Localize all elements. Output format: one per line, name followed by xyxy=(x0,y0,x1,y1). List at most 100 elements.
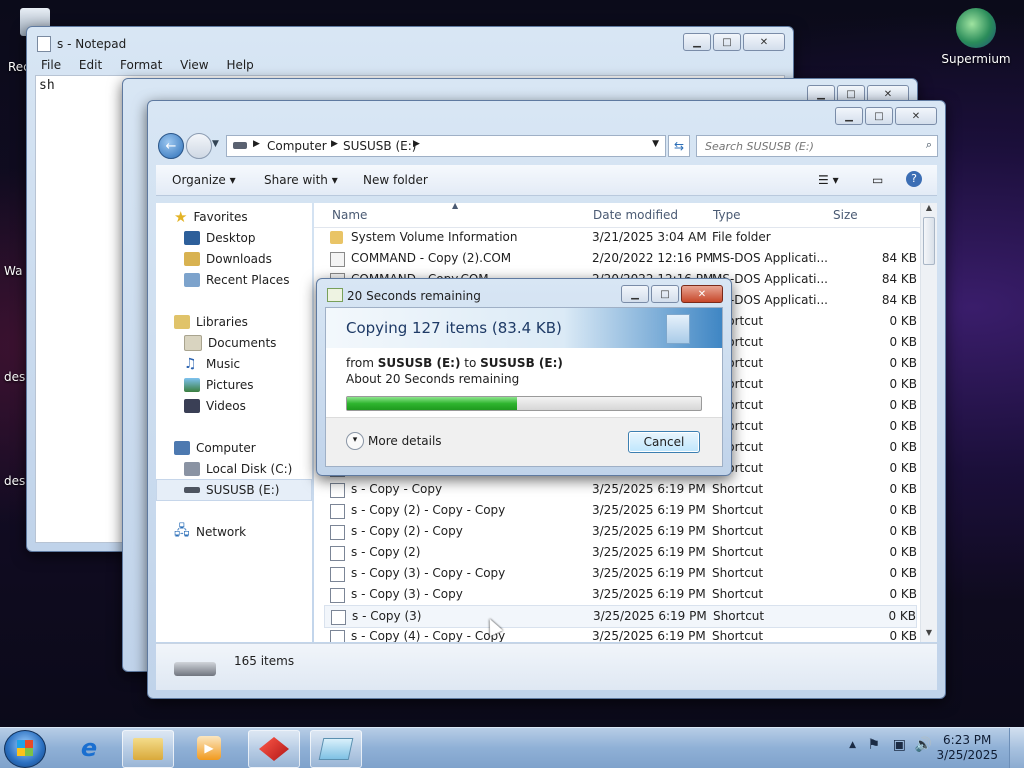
refresh-button[interactable]: ⇆ xyxy=(668,135,690,157)
volume-icon[interactable]: 🔊 xyxy=(915,737,932,753)
address-bar[interactable]: ▶ Computer ▶ SUSUSB (E:) ▶ ▼ xyxy=(226,135,666,157)
shortcut-icon xyxy=(330,525,345,540)
forward-button[interactable] xyxy=(186,133,212,159)
share-with-menu[interactable]: Share with ▾ xyxy=(264,173,338,187)
nav-documents[interactable]: Documents xyxy=(184,333,276,353)
preview-pane-button[interactable]: ▭ xyxy=(872,173,883,187)
file-name: s - Copy (3) - Copy - Copy xyxy=(351,566,506,580)
cancel-button[interactable]: Cancel xyxy=(628,431,700,453)
notepad-taskbar-icon xyxy=(318,738,354,760)
minimize-button[interactable]: ▁ xyxy=(683,33,711,51)
file-row[interactable]: s - Copy (2) - Copy 3/25/2025 6:19 PM Shor… xyxy=(324,521,917,542)
tray-show-hidden-icon[interactable]: ▲ xyxy=(849,740,856,750)
nav-local-disk[interactable]: Local Disk (C:) xyxy=(184,459,292,479)
column-header: Name ▲ Date modified Type Size xyxy=(314,203,921,228)
taskbar-explorer[interactable] xyxy=(122,730,174,768)
close-button[interactable]: ✕ xyxy=(895,107,937,125)
scroll-up-button[interactable]: ▲ xyxy=(921,203,937,217)
maximize-button[interactable]: □ xyxy=(865,107,893,125)
menu-format[interactable]: Format xyxy=(120,58,162,72)
taskbar-notepad[interactable] xyxy=(310,730,362,768)
red-app-icon xyxy=(259,737,289,761)
view-options-button[interactable]: ☰ ▾ xyxy=(818,173,839,187)
minimize-button[interactable]: ▁ xyxy=(835,107,863,125)
address-dropdown-icon[interactable]: ▼ xyxy=(652,139,659,149)
file-name: s - Copy (2) xyxy=(351,545,421,559)
maximize-button[interactable]: □ xyxy=(651,285,679,303)
nav-favorites[interactable]: ★ Favorites xyxy=(174,207,248,227)
back-arrow-icon: ← xyxy=(165,138,177,154)
file-row[interactable]: COMMAND - Copy (2).COM 2/20/2022 12:16 PM… xyxy=(324,248,917,269)
new-folder-button[interactable]: New folder xyxy=(363,173,428,187)
action-center-flag-icon[interactable]: ⚑ xyxy=(867,737,880,753)
clock-date: 3/25/2025 xyxy=(936,748,998,762)
nav-music[interactable]: ♫ Music xyxy=(184,354,240,374)
breadcrumb-computer[interactable]: Computer xyxy=(267,139,327,153)
nav-desktop[interactable]: Desktop xyxy=(184,228,256,248)
notepad-menubar: File Edit Format View Help xyxy=(41,58,268,72)
nav-pictures[interactable]: Pictures xyxy=(184,375,254,395)
breadcrumb-sep: ▶ xyxy=(413,139,420,149)
taskbar-red-app[interactable] xyxy=(248,730,300,768)
minimize-button[interactable]: ▁ xyxy=(621,285,649,303)
nav-computer[interactable]: Computer xyxy=(174,438,256,458)
videos-icon xyxy=(184,399,200,413)
file-row[interactable]: s - Copy (4) - Copy - Copy 3/25/2025 6:19… xyxy=(324,626,917,642)
downloads-icon xyxy=(184,252,200,266)
close-button[interactable]: ✕ xyxy=(681,285,723,303)
nav-libraries[interactable]: Libraries xyxy=(174,312,248,332)
start-button[interactable] xyxy=(4,730,46,768)
back-button[interactable]: ← xyxy=(158,133,184,159)
menu-help[interactable]: Help xyxy=(226,58,253,72)
nav-recent-places[interactable]: Recent Places xyxy=(184,270,289,290)
file-row[interactable]: System Volume Information 3/21/2025 3:04 … xyxy=(324,227,917,248)
search-box[interactable]: ⌕ xyxy=(696,135,938,157)
shortcut-icon xyxy=(330,483,345,498)
file-row[interactable]: s - Copy (2) 3/25/2025 6:19 PM Shortcut 0 K… xyxy=(324,542,917,563)
scroll-down-button[interactable]: ▼ xyxy=(921,628,937,642)
menu-view[interactable]: View xyxy=(180,58,208,72)
file-row[interactable]: s - Copy (2) - Copy - Copy 3/25/2025 6:19… xyxy=(324,500,917,521)
file-date: 2/20/2022 12:16 PM xyxy=(592,251,714,265)
breadcrumb-drive[interactable]: SUSUSB (E:) xyxy=(343,139,416,153)
menu-file[interactable]: File xyxy=(41,58,61,72)
file-date: 3/25/2025 6:19 PM xyxy=(592,482,706,496)
menu-edit[interactable]: Edit xyxy=(79,58,102,72)
search-input[interactable] xyxy=(703,136,907,156)
vertical-scrollbar[interactable]: ▲ ▼ xyxy=(920,203,937,642)
file-row[interactable]: s - Copy (3) 3/25/2025 6:19 PM Shortcut 0 K… xyxy=(324,605,917,628)
more-details-toggle[interactable]: ▾ More details xyxy=(346,432,442,450)
file-size: 0 KB xyxy=(889,524,917,538)
help-button[interactable]: ? xyxy=(906,171,922,187)
organize-menu[interactable]: Organize ▾ xyxy=(172,173,236,187)
clock[interactable]: 6:23 PM 3/25/2025 xyxy=(936,733,998,763)
file-row[interactable]: s - Copy (3) - Copy 3/25/2025 6:19 PM Shor… xyxy=(324,584,917,605)
desktop-icon-supermium[interactable]: Supermium xyxy=(940,8,1012,66)
column-type[interactable]: Type xyxy=(713,208,741,222)
column-size[interactable]: Size xyxy=(833,208,858,222)
network-tray-icon[interactable]: ▣ xyxy=(893,737,906,753)
network-icon: 🖧 xyxy=(174,523,190,539)
nav-susub[interactable]: SUSUSB (E:) xyxy=(184,480,279,500)
search-icon[interactable]: ⌕ xyxy=(926,138,932,152)
nav-videos[interactable]: Videos xyxy=(184,396,246,416)
taskbar-media-player[interactable]: ▶ xyxy=(184,730,234,766)
scroll-thumb[interactable] xyxy=(923,217,935,265)
documents-icon xyxy=(184,335,202,351)
taskbar-internet-explorer[interactable]: e xyxy=(64,730,114,766)
nav-network[interactable]: 🖧 Network xyxy=(174,522,246,542)
file-size: 0 KB xyxy=(889,440,917,454)
file-row[interactable]: s - Copy (3) - Copy - Copy 3/25/2025 6:19… xyxy=(324,563,917,584)
nav-downloads[interactable]: Downloads xyxy=(184,249,272,269)
file-row[interactable]: s - Copy - Copy 3/25/2025 6:19 PM Shortcut… xyxy=(324,479,917,500)
maximize-button[interactable]: □ xyxy=(713,33,741,51)
file-size: 0 KB xyxy=(889,377,917,391)
dialog-header-band: Copying 127 items (83.4 KB) xyxy=(326,308,722,348)
close-button[interactable]: ✕ xyxy=(743,33,785,51)
recent-pages-dropdown[interactable]: ▼ xyxy=(212,139,219,149)
show-desktop-button[interactable] xyxy=(1009,728,1024,768)
disk-icon xyxy=(184,462,200,476)
column-name[interactable]: Name xyxy=(332,208,367,222)
column-date[interactable]: Date modified xyxy=(593,208,678,222)
help-icon: ? xyxy=(911,172,917,185)
